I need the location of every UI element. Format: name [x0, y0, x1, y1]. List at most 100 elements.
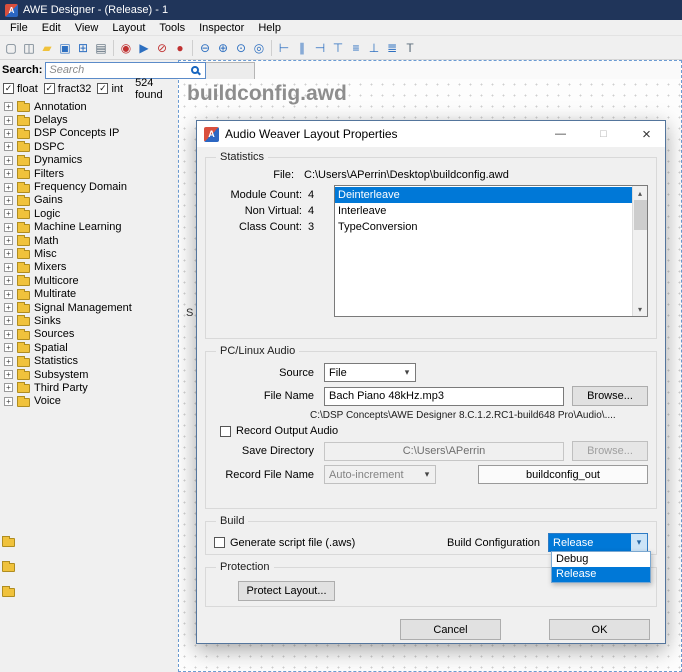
expander-icon[interactable]: +	[4, 370, 13, 379]
tree-item[interactable]: +Signal Management	[0, 301, 178, 314]
scrollbar-thumb[interactable]	[634, 200, 647, 230]
expander-icon[interactable]: +	[4, 156, 13, 165]
protect-layout-button[interactable]: Protect Layout...	[238, 581, 335, 601]
file-browse-button[interactable]: Browse...	[572, 386, 648, 406]
tree-item[interactable]: +Annotation	[0, 100, 178, 113]
source-combobox[interactable]: File ▾	[324, 363, 416, 382]
menu-edit[interactable]: Edit	[35, 22, 68, 34]
maximize-button[interactable]: □	[585, 121, 622, 147]
close-button[interactable]: ×	[628, 121, 665, 147]
tree-item[interactable]: +Dynamics	[0, 154, 178, 167]
listbox-item[interactable]: TypeConversion	[335, 219, 632, 235]
distribute-icon[interactable]: ≣	[383, 39, 401, 57]
zoom-fit-icon[interactable]: ⊙	[232, 39, 250, 57]
tree-item[interactable]: +Sources	[0, 328, 178, 341]
generate-script-checkbox[interactable]	[214, 537, 225, 548]
expander-icon[interactable]: +	[4, 223, 13, 232]
minimize-button[interactable]: —	[542, 121, 579, 147]
tree-item[interactable]: +Third Party	[0, 381, 178, 394]
expander-icon[interactable]: +	[4, 276, 13, 285]
dialog-titlebar[interactable]: A Audio Weaver Layout Properties — □ ×	[197, 121, 665, 147]
window-titlebar[interactable]: A AWE Designer - (Release) - 1	[0, 0, 682, 20]
tree-item[interactable]: +Frequency Domain	[0, 180, 178, 193]
expander-icon[interactable]: +	[4, 236, 13, 245]
align-center-icon[interactable]: ∥	[293, 39, 311, 57]
menu-file[interactable]: File	[3, 22, 35, 34]
tree-item[interactable]: +Statistics	[0, 354, 178, 367]
align-middle-icon[interactable]: ≡	[347, 39, 365, 57]
search-icon[interactable]	[191, 66, 199, 74]
expander-icon[interactable]: +	[4, 357, 13, 366]
expander-icon[interactable]: +	[4, 330, 13, 339]
search-box[interactable]	[45, 62, 206, 79]
connect-icon[interactable]: ◉	[117, 39, 135, 57]
tree-item[interactable]: +Multirate	[0, 287, 178, 300]
tree-item[interactable]: +Filters	[0, 167, 178, 180]
expander-icon[interactable]: +	[4, 116, 13, 125]
expander-icon[interactable]: +	[4, 209, 13, 218]
zoom-out-icon[interactable]: ⊖	[196, 39, 214, 57]
scroll-down-icon[interactable]: ▾	[638, 302, 642, 316]
docked-palette-icon[interactable]	[2, 538, 15, 547]
tree-item[interactable]: +Sinks	[0, 314, 178, 327]
float-checkbox[interactable]: ✓	[3, 83, 14, 94]
tree-item[interactable]: +Math	[0, 234, 178, 247]
chevron-down-icon[interactable]: ▾	[399, 364, 415, 381]
tree-item[interactable]: +Misc	[0, 247, 178, 260]
new-icon[interactable]: ▢	[2, 39, 20, 57]
fract32-checkbox[interactable]: ✓	[44, 83, 55, 94]
window-split-icon[interactable]: ◫	[20, 39, 38, 57]
tree-item[interactable]: +Machine Learning	[0, 221, 178, 234]
tree-item[interactable]: +Spatial	[0, 341, 178, 354]
expander-icon[interactable]: +	[4, 316, 13, 325]
scroll-up-icon[interactable]: ▴	[638, 186, 642, 200]
expander-icon[interactable]: +	[4, 183, 13, 192]
int-checkbox[interactable]: ✓	[97, 83, 108, 94]
print-icon[interactable]: ▤	[92, 39, 110, 57]
expander-icon[interactable]: +	[4, 142, 13, 151]
tree-item[interactable]: +Subsystem	[0, 368, 178, 381]
tree-item[interactable]: +Voice	[0, 395, 178, 408]
expander-icon[interactable]: +	[4, 169, 13, 178]
text-tool-icon[interactable]: T	[401, 39, 419, 57]
dropdown-option-debug[interactable]: Debug	[552, 552, 650, 567]
align-top-icon[interactable]: ⊤	[329, 39, 347, 57]
align-right-icon[interactable]: ⊣	[311, 39, 329, 57]
zoom-in-icon[interactable]: ⊕	[214, 39, 232, 57]
expander-icon[interactable]: +	[4, 249, 13, 258]
listbox-item[interactable]: Interleave	[335, 203, 632, 219]
menu-view[interactable]: View	[68, 22, 106, 34]
save-icon[interactable]: ▣	[56, 39, 74, 57]
listbox-scrollbar[interactable]: ▴ ▾	[632, 186, 647, 316]
menu-tools[interactable]: Tools	[152, 22, 192, 34]
docked-palette-icon[interactable]	[2, 588, 15, 597]
module-class-listbox[interactable]: Deinterleave Interleave TypeConversion ▴…	[334, 185, 648, 317]
align-left-icon[interactable]: ⊢	[275, 39, 293, 57]
halt-icon[interactable]: ⊘	[153, 39, 171, 57]
menu-help[interactable]: Help	[251, 22, 288, 34]
dropdown-option-release[interactable]: Release	[552, 567, 650, 582]
expander-icon[interactable]: +	[4, 343, 13, 352]
expander-icon[interactable]: +	[4, 290, 13, 299]
record-icon[interactable]: ●	[171, 39, 189, 57]
align-bottom-icon[interactable]: ⊥	[365, 39, 383, 57]
expander-icon[interactable]: +	[4, 397, 13, 406]
zoom-selection-icon[interactable]: ◎	[250, 39, 268, 57]
tree-item[interactable]: +Mixers	[0, 261, 178, 274]
tree-item[interactable]: +DSPC	[0, 140, 178, 153]
expander-icon[interactable]: +	[4, 303, 13, 312]
play-icon[interactable]: ▶	[135, 39, 153, 57]
menu-inspector[interactable]: Inspector	[192, 22, 251, 34]
open-folder-icon[interactable]: ▰	[38, 39, 56, 57]
listbox-item[interactable]: Deinterleave	[335, 187, 632, 203]
build-configuration-dropdown[interactable]: Debug Release	[551, 551, 651, 583]
expander-icon[interactable]: +	[4, 196, 13, 205]
cancel-button[interactable]: Cancel	[400, 619, 501, 640]
tree-item[interactable]: +Logic	[0, 207, 178, 220]
expander-icon[interactable]: +	[4, 263, 13, 272]
record-file-name-input[interactable]: buildconfig_out	[478, 465, 648, 484]
tree-item[interactable]: +Multicore	[0, 274, 178, 287]
expander-icon[interactable]: +	[4, 129, 13, 138]
docked-palette-icon[interactable]	[2, 563, 15, 572]
expander-icon[interactable]: +	[4, 102, 13, 111]
